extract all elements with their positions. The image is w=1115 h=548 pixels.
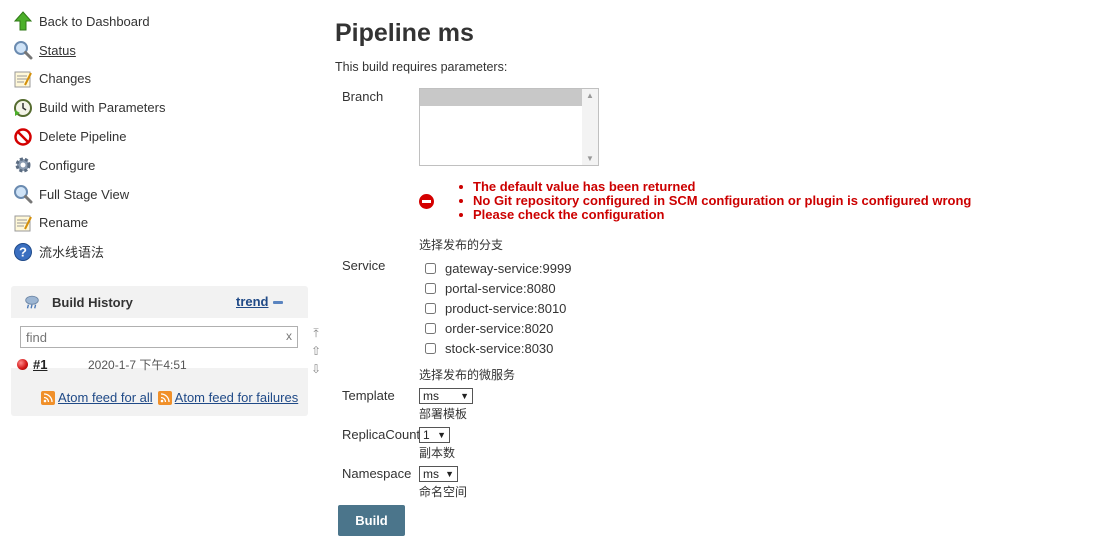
service-option[interactable]: product-service:8010 xyxy=(425,298,571,318)
page-title: Pipeline ms xyxy=(335,19,474,47)
template-label: Template xyxy=(342,388,395,403)
branch-selected-option[interactable] xyxy=(420,89,582,106)
svg-text:?: ? xyxy=(19,244,27,259)
service-option[interactable]: portal-service:8080 xyxy=(425,278,571,298)
task-changes[interactable]: Changes xyxy=(12,65,312,94)
weather-cloud-rain-icon xyxy=(25,295,39,309)
namespace-select-value: ms xyxy=(423,467,439,481)
template-select[interactable]: ms ▼ xyxy=(419,388,473,404)
build-button[interactable]: Build xyxy=(338,505,405,536)
service-option-label: portal-service:8080 xyxy=(445,280,556,296)
error-icon xyxy=(419,194,434,209)
task-label[interactable]: 流水线语法 xyxy=(39,242,104,261)
feed-links: Atom feed for all Atom feed for failures xyxy=(41,390,300,405)
build-history-title: Build History xyxy=(52,294,133,310)
task-label[interactable]: Build with Parameters xyxy=(39,100,165,115)
build-search-input[interactable] xyxy=(20,326,298,348)
service-checkbox[interactable] xyxy=(425,282,436,294)
page-description: This build requires parameters: xyxy=(335,60,508,74)
dropdown-arrow-icon: ▼ xyxy=(460,391,469,401)
task-delete-pipeline[interactable]: Delete Pipeline xyxy=(12,122,312,151)
service-checkbox[interactable] xyxy=(425,342,436,354)
page-up-icon[interactable]: ⇧ xyxy=(307,342,325,360)
namespace-label: Namespace xyxy=(342,466,412,481)
task-rename[interactable]: Rename xyxy=(12,209,312,238)
namespace-description: 命名空间 xyxy=(419,485,468,499)
replica-count-description: 副本数 xyxy=(419,446,456,460)
page-down-icon[interactable]: ⇩ xyxy=(307,360,325,378)
magnifier-icon xyxy=(12,39,34,61)
service-option-label: stock-service:8030 xyxy=(445,340,554,356)
service-label: Service xyxy=(342,258,386,273)
notepad-icon xyxy=(12,68,34,90)
branch-listbox[interactable]: ▲ ▼ xyxy=(419,88,599,166)
help-icon: ? xyxy=(12,241,34,263)
service-checkbox[interactable] xyxy=(425,262,436,274)
scroll-down-icon[interactable]: ▼ xyxy=(586,154,594,163)
service-checkbox[interactable] xyxy=(425,302,436,314)
page-top-icon[interactable]: ⤒ xyxy=(307,324,325,342)
no-entry-icon xyxy=(12,126,34,148)
dropdown-arrow-icon: ▼ xyxy=(445,469,454,479)
rss-icon xyxy=(41,390,55,405)
service-description: 选择发布的微服务 xyxy=(419,368,516,382)
task-label[interactable]: Configure xyxy=(39,158,95,173)
build-history-widget: Build History trend x #1 2020-1-7 下午4:51… xyxy=(11,286,321,416)
replica-count-select[interactable]: 1 ▼ xyxy=(419,427,450,443)
namespace-select[interactable]: ms ▼ xyxy=(419,466,458,482)
clear-search-icon[interactable]: x xyxy=(286,329,292,343)
build-date: 2020-1-7 下午4:51 xyxy=(88,357,187,372)
service-option-label: order-service:8020 xyxy=(445,320,554,336)
dropdown-arrow-icon: ▼ xyxy=(437,430,446,440)
notepad-icon xyxy=(12,212,34,234)
error-message: Please check the configuration xyxy=(455,208,971,222)
task-label[interactable]: Back to Dashboard xyxy=(39,14,150,29)
branch-description: 选择发布的分支 xyxy=(419,238,504,252)
task-status[interactable]: Status xyxy=(12,36,312,65)
trend-link[interactable]: trend xyxy=(236,294,269,309)
rss-icon xyxy=(157,390,172,405)
service-option-label: gateway-service:9999 xyxy=(445,260,572,276)
side-panel-tasks: Back to Dashboard Status Changes Build w… xyxy=(12,7,312,266)
template-select-value: ms xyxy=(423,389,439,403)
task-build-with-parameters[interactable]: Build with Parameters xyxy=(12,93,312,122)
build-number-link[interactable]: #1 xyxy=(33,357,88,372)
task-label[interactable]: Delete Pipeline xyxy=(39,129,126,144)
replica-count-select-value: 1 xyxy=(423,428,430,442)
branch-label: Branch xyxy=(342,89,384,104)
atom-feed-all-link[interactable]: Atom feed for all xyxy=(58,390,153,405)
error-message: No Git repository configured in SCM conf… xyxy=(455,194,971,208)
error-message: The default value has been returned xyxy=(455,180,971,194)
service-option-label: product-service:8010 xyxy=(445,300,567,316)
build-status-red-ball-icon xyxy=(17,358,28,370)
service-checkbox-list: gateway-service:9999 portal-service:8080… xyxy=(425,258,571,358)
atom-feed-failures-link[interactable]: Atom feed for failures xyxy=(175,390,299,405)
service-option[interactable]: stock-service:8030 xyxy=(425,338,571,358)
service-option[interactable]: order-service:8020 xyxy=(425,318,571,338)
replica-count-label: ReplicaCount xyxy=(342,427,421,442)
task-label[interactable]: Full Stage View xyxy=(39,187,129,202)
gear-icon xyxy=(12,154,34,176)
task-label[interactable]: Rename xyxy=(39,215,88,230)
build-history-body: x #1 2020-1-7 下午4:51 xyxy=(11,318,308,372)
task-label[interactable]: Status xyxy=(39,43,76,58)
task-pipeline-syntax[interactable]: ? 流水线语法 xyxy=(12,237,312,266)
task-full-stage-view[interactable]: Full Stage View xyxy=(12,180,312,209)
build-history-pager: ⤒ ⇧ ⇩ xyxy=(307,324,325,378)
service-checkbox[interactable] xyxy=(425,322,436,334)
service-option[interactable]: gateway-service:9999 xyxy=(425,258,571,278)
task-label[interactable]: Changes xyxy=(39,71,91,86)
template-description: 部署模板 xyxy=(419,407,468,421)
magnifier-icon xyxy=(12,183,34,205)
clock-play-icon xyxy=(12,97,34,119)
task-configure[interactable]: Configure xyxy=(12,151,312,180)
build-history-header: Build History trend xyxy=(11,286,308,318)
scroll-up-icon[interactable]: ▲ xyxy=(586,91,594,100)
branch-error-list: The default value has been returned No G… xyxy=(455,180,971,222)
task-back-to-dashboard[interactable]: Back to Dashboard xyxy=(12,7,312,36)
collapse-icon[interactable] xyxy=(273,301,283,304)
build-row: #1 2020-1-7 下午4:51 xyxy=(17,356,297,372)
up-arrow-icon xyxy=(12,10,34,32)
branch-scrollbar[interactable]: ▲ ▼ xyxy=(582,89,598,165)
